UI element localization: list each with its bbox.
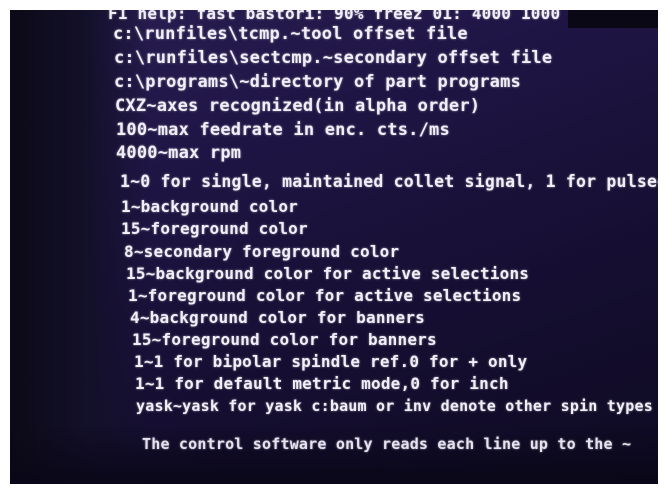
config-line: 1~0 for single, maintained collet signal… [120,172,658,191]
footer-note: The control software only reads each lin… [142,435,632,453]
config-line: 4000~max rpm [116,143,242,163]
config-line: 4~background color for banners [130,308,425,327]
config-line: c:\runfiles\tcmp.~tool offset file [113,24,468,44]
config-line: c:\programs\~directory of part programs [114,72,521,92]
config-line: yask~yask for yask c:baum or inv denote … [136,397,653,415]
config-line: 1~foreground color for active selections [128,286,522,305]
config-line: 15~background color for active selection… [126,264,530,283]
config-line: CXZ~axes recognized(in alpha order) [115,96,481,116]
config-line: c:\runfiles\sectcmp.~secondary offset fi… [114,48,553,68]
config-line: 8~secondary foreground color [124,242,400,261]
terminal-text: F1 help: fast bastori: 90% freez 01: 400… [10,10,658,484]
config-line: 1~background color [121,197,298,216]
config-line: 15~foreground color for banners [132,330,437,349]
config-line: 1~1 for default metric mode,0 for inch [135,374,509,393]
config-line: 100~max feedrate in enc. cts./ms [116,120,450,140]
header-line: F1 help: fast bastori: 90% freez 01: 400… [108,10,561,23]
config-line: 1~1 for bipolar spindle ref.0 for + only [134,352,528,371]
config-line: 15~foreground color [121,219,308,238]
monitor-photo: F1 help: fast bastori: 90% freez 01: 400… [10,10,658,484]
